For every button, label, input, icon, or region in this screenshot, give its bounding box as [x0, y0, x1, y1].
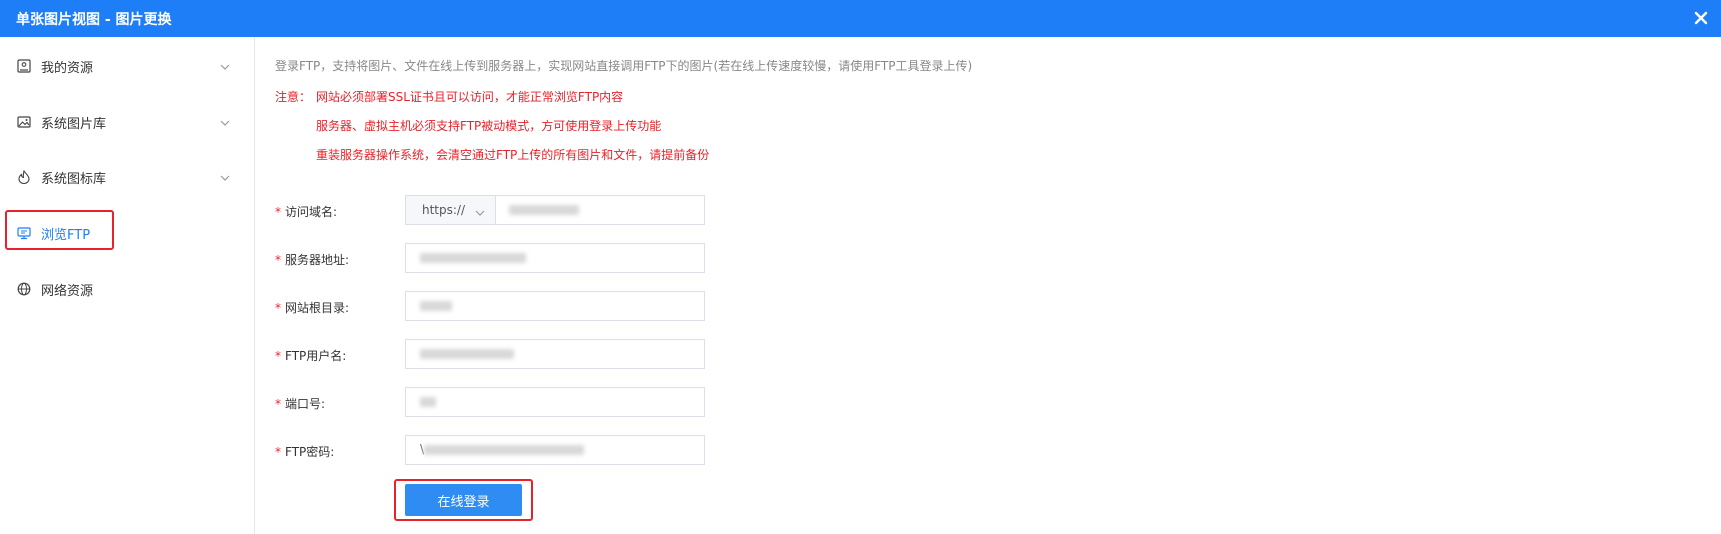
sidebar-item-label: 网络资源 [41, 283, 94, 299]
blurred-value [420, 349, 514, 359]
flame-icon [17, 170, 31, 184]
notice-line: 服务器、虚拟主机必须支持FTP被动模式，方可使用登录上传功能 [316, 119, 662, 133]
sidebar-item-system-images[interactable]: 系统图片库 [0, 102, 254, 142]
notice-line: 重装服务器操作系统，会清空通过FTP上传的所有图片和文件，请提前备份 [316, 148, 710, 162]
window-title: 单张图片视图 - 图片更换 [16, 11, 172, 28]
server-label: * 服务器地址: [275, 253, 350, 267]
blurred-value [424, 445, 584, 455]
globe-icon [17, 282, 31, 296]
sidebar: 我的资源 系统图片库 系统图标库 浏览FTP 网络资源 [0, 37, 255, 534]
ftp-user-label: * FTP用户名: [275, 349, 347, 363]
chevron-down-icon [220, 59, 230, 74]
domain-label: * 访问域名: [275, 205, 338, 219]
notice-line: 网站必须部署SSL证书且可以访问，才能正常浏览FTP内容 [316, 90, 624, 104]
chevron-down-icon [220, 170, 230, 185]
blurred-value [509, 205, 579, 215]
domain-field[interactable]: https:// [405, 195, 705, 225]
main-panel: 登录FTP，支持将图片、文件在线上传到服务器上，实现网站直接调用FTP下的图片(… [256, 37, 1721, 534]
chevron-down-icon [475, 205, 485, 219]
intro-text: 登录FTP，支持将图片、文件在线上传到服务器上，实现网站直接调用FTP下的图片(… [275, 59, 973, 73]
port-label: * 端口号: [275, 397, 326, 411]
ftp-password-input[interactable]: \ [405, 435, 705, 465]
blurred-value [420, 397, 436, 407]
close-icon[interactable] [1691, 8, 1711, 28]
blurred-value [420, 253, 526, 263]
root-dir-label: * 网站根目录: [275, 301, 350, 315]
ftp-username-input[interactable] [405, 339, 705, 369]
sidebar-item-label: 我的资源 [41, 60, 94, 76]
sidebar-item-system-icons[interactable]: 系统图标库 [0, 157, 254, 197]
title-bar: 单张图片视图 - 图片更换 [0, 0, 1721, 37]
gallery-icon [17, 115, 31, 129]
server-address-input[interactable] [405, 243, 705, 273]
sidebar-item-network-resources[interactable]: 网络资源 [0, 269, 254, 309]
protocol-select[interactable]: https:// [406, 196, 496, 224]
sidebar-item-my-resources[interactable]: 我的资源 [0, 46, 254, 86]
blurred-value [420, 301, 452, 311]
sidebar-item-label: 系统图标库 [41, 171, 107, 187]
highlight-box [5, 210, 114, 250]
root-dir-input[interactable] [405, 291, 705, 321]
sidebar-item-label: 系统图片库 [41, 116, 107, 132]
sidebar-item-browse-ftp[interactable]: 浏览FTP [0, 210, 254, 253]
ftp-password-label: * FTP密码: [275, 445, 335, 459]
notice-prefix: 注意： [275, 90, 312, 104]
chevron-down-icon [220, 115, 230, 130]
image-box-icon [17, 59, 31, 73]
online-login-button[interactable]: 在线登录 [405, 484, 522, 516]
port-input[interactable] [405, 387, 705, 417]
